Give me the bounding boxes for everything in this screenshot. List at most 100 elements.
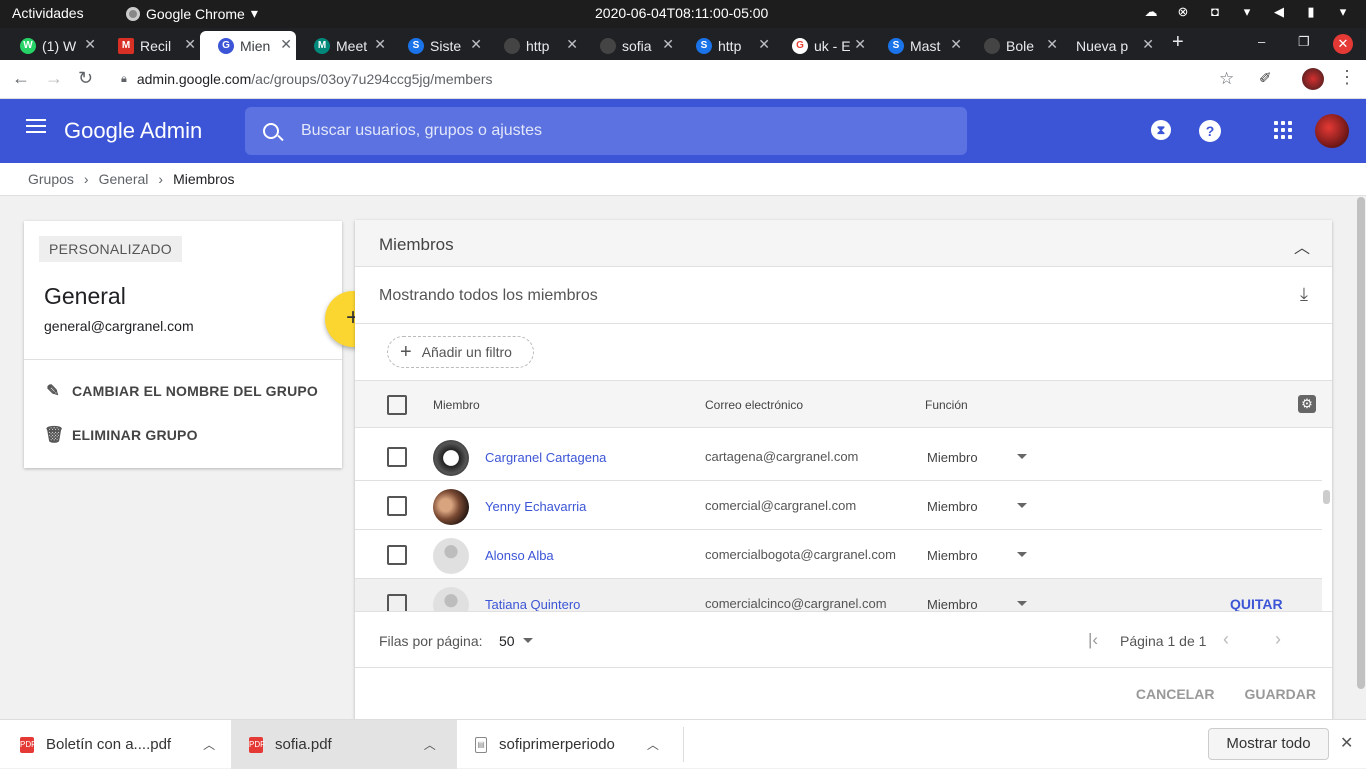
close-icon[interactable]: ✕ [84,36,96,53]
member-name[interactable]: Cargranel Cartagena [485,450,606,465]
download-item[interactable]: PDF sofia.pdf ︿ [231,720,457,769]
close-icon[interactable]: ✕ [280,36,292,53]
browser-tab[interactable]: Bole ✕ [966,31,1062,60]
table-row[interactable]: Cargranel Cartagena cartagena@cargranel.… [355,432,1322,481]
maximize-button[interactable]: ❐ [1298,34,1310,50]
clock[interactable]: 2020-06-04T08:11:00-05:00 [595,5,768,21]
search-bar[interactable] [245,107,967,155]
browser-tab[interactable]: Nueva p ✕ [1062,31,1158,60]
brand-logo[interactable]: Google Admin [64,118,202,144]
reload-button[interactable]: ↻ [78,68,93,89]
row-checkbox[interactable] [387,496,407,516]
member-role[interactable]: Miembro [927,450,978,465]
close-icon[interactable]: ✕ [1142,36,1154,53]
new-tab-button[interactable]: + [1172,31,1184,54]
chevron-down-icon[interactable] [523,638,533,643]
browser-tab[interactable]: M Meet ✕ [296,31,390,60]
chevron-down-icon[interactable] [1017,552,1027,557]
member-name[interactable]: Alonso Alba [485,548,554,563]
column-email[interactable]: Correo electrónico [705,398,803,412]
table-row[interactable]: Tatiana Quintero comercialcinco@cargrane… [355,579,1322,611]
member-name[interactable]: Yenny Echavarria [485,499,586,514]
page-scrollbar-thumb[interactable] [1357,197,1365,689]
previous-page-icon[interactable]: ‹ [1223,629,1229,650]
remove-member-button[interactable]: QUITAR [1230,596,1283,611]
row-checkbox[interactable] [387,447,407,467]
member-role[interactable]: Miembro [927,548,978,563]
browser-tab[interactable]: http ✕ [486,31,582,60]
next-page-icon[interactable]: › [1275,629,1281,650]
apps-grid-icon[interactable] [1274,121,1292,139]
cancel-button[interactable]: CANCELAR [1136,686,1215,702]
select-all-checkbox[interactable] [387,395,407,415]
member-role[interactable]: Miembro [927,597,978,611]
forward-button[interactable]: → [45,68,63,89]
table-row[interactable]: Yenny Echavarria comercial@cargranel.com… [355,481,1322,530]
chevron-down-icon[interactable] [1017,454,1027,459]
bookmark-star-icon[interactable]: ☆ [1219,69,1234,89]
window-close-button[interactable]: ✕ [1333,34,1353,54]
breadcrumb-groups[interactable]: Grupos [28,171,74,187]
column-role[interactable]: Función [925,398,968,412]
system-tray[interactable]: ☁ ⊗ ◘ ▾ ◀ ▮ ▾ [1142,4,1352,20]
extension-icon[interactable]: ✐ [1259,69,1272,87]
close-icon[interactable]: ✕ [854,36,866,53]
page-scrollbar[interactable] [1356,197,1366,719]
help-icon[interactable]: ? [1199,120,1221,142]
add-filter-button[interactable]: + Añadir un filtro [387,336,534,368]
member-role[interactable]: Miembro [927,499,978,514]
minimize-button[interactable]: – [1258,34,1265,49]
profile-avatar[interactable] [1302,68,1324,90]
close-icon[interactable]: ✕ [662,36,674,53]
table-scrollbar[interactable] [1323,490,1330,504]
first-page-icon[interactable]: |‹ [1088,630,1098,650]
browser-tab[interactable]: S Siste ✕ [390,31,486,60]
hourglass-icon[interactable]: ⧗ [1151,120,1171,140]
browser-tab[interactable]: M Recil ✕ [100,31,200,60]
download-item[interactable]: PDF Boletín con a....pdf ︿ [0,720,229,769]
close-icon[interactable]: ✕ [184,36,196,53]
gear-icon[interactable]: ⚙ [1298,395,1316,413]
close-icon[interactable]: ✕ [950,36,962,53]
close-icon[interactable]: ✕ [566,36,578,53]
chevron-up-icon[interactable]: ︿ [203,736,215,753]
chevron-up-icon[interactable]: ︿ [647,736,659,753]
member-name[interactable]: Tatiana Quintero [485,597,580,611]
browser-tab-active[interactable]: G Mien ✕ [200,31,296,60]
close-icon[interactable]: ✕ [1046,36,1058,53]
close-icon[interactable]: ✕ [1340,733,1353,753]
row-checkbox[interactable] [387,545,407,565]
rows-per-page-select[interactable]: 50 [499,633,515,649]
close-icon[interactable]: ✕ [758,36,770,53]
row-checkbox[interactable] [387,594,407,611]
column-member[interactable]: Miembro [433,398,480,412]
chevron-up-icon[interactable]: ︿ [1294,234,1310,258]
chevron-up-icon[interactable]: ︿ [424,736,436,753]
members-panel-header[interactable]: Miembros ︿ [355,220,1332,267]
search-input[interactable] [301,122,901,140]
address-bar[interactable]: 🔒︎ admin.google.com/ac/groups/03oy7u294c… [109,65,1243,93]
rename-group-button[interactable]: ✎ CAMBIAR EL NOMBRE DEL GRUPO [44,381,318,401]
close-icon[interactable]: ✕ [374,36,386,53]
browser-tab[interactable]: W (1) W ✕ [2,31,100,60]
chevron-down-icon[interactable] [1017,503,1027,508]
app-menu[interactable]: Google Chrome ▾ [126,5,258,22]
more-menu-icon[interactable]: ⋮ [1338,67,1356,88]
download-item[interactable]: ▤ sofiprimerperiodo ︿ [459,727,684,762]
browser-tab[interactable]: S Mast ✕ [870,31,966,60]
chevron-down-icon[interactable] [1017,601,1027,606]
browser-tab[interactable]: sofia ✕ [582,31,678,60]
activities-button[interactable]: Actividades [12,5,84,21]
show-all-downloads-button[interactable]: Mostrar todo [1208,728,1329,760]
account-avatar[interactable] [1315,114,1349,148]
hamburger-menu-icon[interactable] [26,119,46,133]
save-button[interactable]: GUARDAR [1244,686,1316,702]
download-icon[interactable]: ⤓ [1300,284,1308,305]
breadcrumb-general[interactable]: General [99,171,149,187]
delete-group-button[interactable]: 🗑︎ ELIMINAR GRUPO [44,425,198,445]
browser-tab[interactable]: Shttp ✕ [678,31,774,60]
browser-tab[interactable]: Guk - E ✕ [774,31,870,60]
table-row[interactable]: Alonso Alba comercialbogota@cargranel.co… [355,530,1322,579]
close-icon[interactable]: ✕ [470,36,482,53]
back-button[interactable]: ← [12,68,30,89]
